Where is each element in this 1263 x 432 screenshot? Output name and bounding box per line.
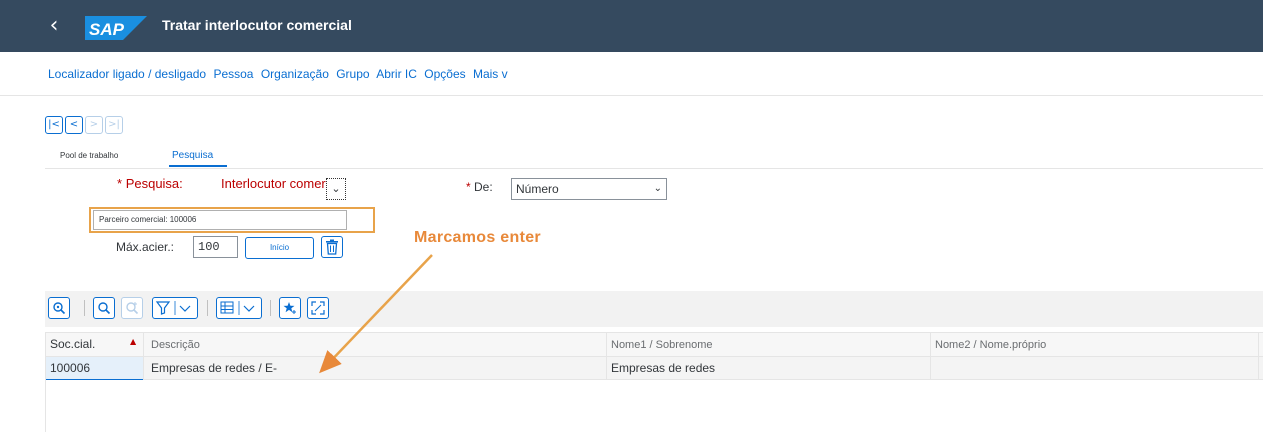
search-required-mark: *	[117, 176, 123, 191]
shell-header: ‹ SAP Tratar interlocutor comercial	[0, 0, 1263, 52]
search-plus-icon	[126, 302, 139, 315]
column-divider	[606, 332, 607, 380]
column-header-soc-cial[interactable]: Soc.cial.	[46, 333, 95, 355]
column-header-nome1[interactable]: Nome1 / Sobrenome	[607, 334, 713, 356]
menu-item-localizador[interactable]: Localizador ligado / desligado	[48, 67, 206, 81]
annotation-text: Marcamos enter	[414, 229, 541, 246]
column-divider	[1258, 332, 1259, 380]
last-record-button[interactable]: >|	[105, 116, 123, 134]
menu-bar: Localizador ligado / desligado Pessoa Or…	[0, 52, 1263, 96]
toolbar-separator	[207, 300, 208, 316]
business-partner-input[interactable]: Parceiro comercial: 100006	[93, 210, 347, 230]
tab-pool-de-trabalho[interactable]: Pool de trabalho	[60, 151, 118, 160]
filter-icon	[155, 301, 191, 315]
menu-item-grupo[interactable]: Grupo	[336, 67, 369, 81]
menu-item-abrir-ic[interactable]: Abrir IC	[376, 67, 417, 81]
toolbar-separator	[84, 300, 85, 316]
zoom-button[interactable]	[48, 297, 70, 319]
next-record-button[interactable]: >	[85, 116, 103, 134]
search-icon	[98, 302, 111, 315]
start-search-button[interactable]: Início	[245, 237, 314, 259]
cell-nome1[interactable]: Empresas de redes	[607, 357, 715, 379]
column-divider	[143, 332, 144, 380]
column-header-descricao[interactable]: Descrição	[147, 334, 200, 356]
chevron-down-icon: ⌄	[653, 183, 662, 194]
de-select[interactable]: Número ⌄	[511, 178, 667, 200]
column-divider	[930, 332, 931, 380]
tab-divider	[45, 168, 1263, 169]
previous-record-button[interactable]: <	[65, 116, 83, 134]
de-label: * De:	[466, 180, 493, 194]
zoom-icon	[53, 302, 66, 315]
tab-pesquisa[interactable]: Pesquisa	[172, 150, 213, 161]
favorite-button[interactable]	[279, 297, 301, 319]
trash-icon	[326, 239, 338, 255]
page-title: Tratar interlocutor comercial	[162, 17, 352, 33]
de-select-value: Número	[516, 182, 559, 196]
first-record-button[interactable]: |<	[45, 116, 63, 134]
active-tab-indicator	[169, 165, 227, 167]
cell-descricao[interactable]: Empresas de redes / E-	[147, 357, 277, 379]
fullscreen-button[interactable]	[307, 297, 329, 319]
search-next-button[interactable]	[121, 297, 143, 319]
layout-button[interactable]	[216, 297, 262, 319]
max-hits-label: Máx.acier.:	[116, 240, 175, 254]
filter-button[interactable]	[152, 297, 198, 319]
back-button[interactable]: ‹	[40, 12, 68, 40]
menu-item-pessoa[interactable]: Pessoa	[213, 67, 253, 81]
cell-soc-cial[interactable]: 100006	[46, 357, 90, 379]
de-label-text: De:	[474, 180, 493, 194]
search-label-text: Pesquisa:	[125, 176, 183, 191]
sap-logo-text: SAP	[89, 20, 125, 39]
menu-item-organizacao[interactable]: Organização	[261, 67, 329, 81]
record-navigation: |< < > >|	[45, 116, 123, 134]
menu-items: Localizador ligado / desligado Pessoa Or…	[48, 67, 512, 81]
sap-logo: SAP	[85, 16, 147, 40]
search-type-dropdown-chevron-icon[interactable]: ⌄	[326, 178, 346, 200]
menu-item-mais[interactable]: Mais v	[473, 67, 508, 81]
table-settings-icon	[220, 301, 255, 315]
sort-ascending-icon: ▲	[130, 337, 137, 346]
toolbar-separator	[270, 300, 271, 316]
max-hits-input[interactable]: 100	[193, 236, 238, 258]
results-table: Soc.cial. ▲ Descrição Nome1 / Sobrenome …	[45, 332, 1263, 432]
expand-icon	[311, 301, 325, 315]
menu-item-opcoes[interactable]: Opções	[424, 67, 465, 81]
search-label: * Pesquisa:	[117, 176, 183, 191]
column-header-nome2[interactable]: Nome2 / Nome.próprio	[931, 334, 1046, 356]
clear-button[interactable]	[321, 236, 343, 258]
search-button[interactable]	[93, 297, 115, 319]
de-required-mark: *	[466, 180, 471, 194]
star-icon	[283, 302, 296, 314]
business-partner-highlight: Parceiro comercial: 100006	[89, 207, 375, 233]
